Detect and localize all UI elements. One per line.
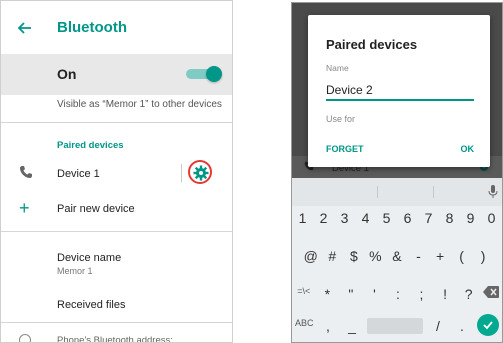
rename-dialog-screen: Device 1 Paired devices Name Use for FOR… <box>291 2 503 343</box>
enter-key[interactable] <box>477 314 499 336</box>
key[interactable]: . <box>453 318 471 336</box>
key[interactable]: * <box>318 286 336 302</box>
toggle-label: On <box>57 66 77 82</box>
key[interactable]: ) <box>474 248 492 264</box>
key[interactable]: 8 <box>441 210 459 226</box>
key[interactable]: 1 <box>294 210 312 226</box>
key[interactable]: : <box>389 286 407 302</box>
key[interactable]: 9 <box>462 210 480 226</box>
device-name-label[interactable]: Device name <box>57 252 121 264</box>
name-label: Name <box>326 63 349 73</box>
highlight-circle <box>188 160 212 184</box>
more-symbols-key[interactable]: =\< <box>295 286 313 302</box>
info-icon <box>19 334 31 342</box>
suggestion-separator <box>377 186 378 198</box>
key[interactable]: 0 <box>483 210 501 226</box>
keyboard-row-numbers: 1 2 3 4 5 6 7 8 9 0 <box>292 210 502 226</box>
soft-keyboard: 1 2 3 4 5 6 7 8 9 0 @ # $ % & - + ( ) =\… <box>292 178 502 342</box>
device-name-input[interactable] <box>326 81 474 101</box>
back-arrow-icon <box>17 22 31 34</box>
switch-knob <box>206 66 222 82</box>
key[interactable]: " <box>342 286 360 302</box>
ok-button[interactable]: OK <box>461 144 475 154</box>
vertical-separator <box>181 164 182 182</box>
microphone-icon[interactable] <box>488 185 498 199</box>
page-title: Bluetooth <box>57 19 127 36</box>
use-for-label: Use for <box>326 114 356 124</box>
key[interactable]: 2 <box>315 210 333 226</box>
space-key[interactable] <box>367 318 423 334</box>
key[interactable]: % <box>366 248 384 264</box>
device-name-value: Memor 1 <box>57 266 93 276</box>
received-files-item[interactable]: Received files <box>57 299 125 311</box>
divider <box>1 231 232 232</box>
key[interactable]: @ <box>302 248 320 264</box>
paired-device-1[interactable]: Device 1 <box>57 168 100 180</box>
backspace-icon[interactable] <box>483 286 500 298</box>
paired-devices-dialog: Paired devices Name Use for FORGET OK <box>308 15 490 167</box>
key[interactable]: 3 <box>336 210 354 226</box>
key[interactable]: # <box>323 248 341 264</box>
app-bar: Bluetooth <box>1 1 232 54</box>
pair-new-device-button[interactable]: Pair new device <box>57 203 135 215</box>
bluetooth-switch[interactable] <box>186 66 222 82</box>
bluetooth-settings-screen: Bluetooth On Visible as “Memor 1” to oth… <box>0 0 233 343</box>
key[interactable]: ! <box>436 286 454 302</box>
key[interactable]: - <box>410 248 428 264</box>
back-button[interactable] <box>13 16 37 40</box>
bluetooth-address-label: Phone's Bluetooth address: <box>57 335 173 343</box>
suggestion-bar <box>292 178 502 206</box>
key[interactable]: ( <box>453 248 471 264</box>
visibility-text: Visible as “Memor 1” to other devices <box>57 99 222 110</box>
key[interactable]: 5 <box>378 210 396 226</box>
keyboard-row-bottom: ABC , _ / . <box>292 314 502 336</box>
phone-icon <box>20 166 32 178</box>
paired-devices-header: Paired devices <box>57 140 124 151</box>
bluetooth-toggle-row[interactable]: On <box>1 54 232 95</box>
keyboard-row-symbols: @ # $ % & - + ( ) <box>292 248 502 264</box>
dialog-title: Paired devices <box>326 37 418 52</box>
plus-icon: + <box>19 198 30 218</box>
divider <box>1 122 232 123</box>
check-icon <box>483 321 493 330</box>
key[interactable]: ? <box>460 286 478 302</box>
forget-button[interactable]: FORGET <box>326 144 364 154</box>
key[interactable]: ; <box>413 286 431 302</box>
key[interactable]: 4 <box>357 210 375 226</box>
keyboard-row-more-symbols: =\< * " ' : ; ! ? <box>292 286 502 302</box>
key[interactable]: / <box>429 318 447 336</box>
key[interactable]: + <box>431 248 449 264</box>
abc-key[interactable]: ABC <box>295 318 314 336</box>
key[interactable]: ' <box>365 286 383 302</box>
key[interactable]: & <box>388 248 406 264</box>
key[interactable]: 7 <box>420 210 438 226</box>
key[interactable]: $ <box>345 248 363 264</box>
key[interactable]: , <box>319 318 337 336</box>
suggestion-separator <box>433 186 434 198</box>
divider <box>1 322 232 323</box>
key[interactable]: _ <box>343 318 361 336</box>
key[interactable]: 6 <box>399 210 417 226</box>
